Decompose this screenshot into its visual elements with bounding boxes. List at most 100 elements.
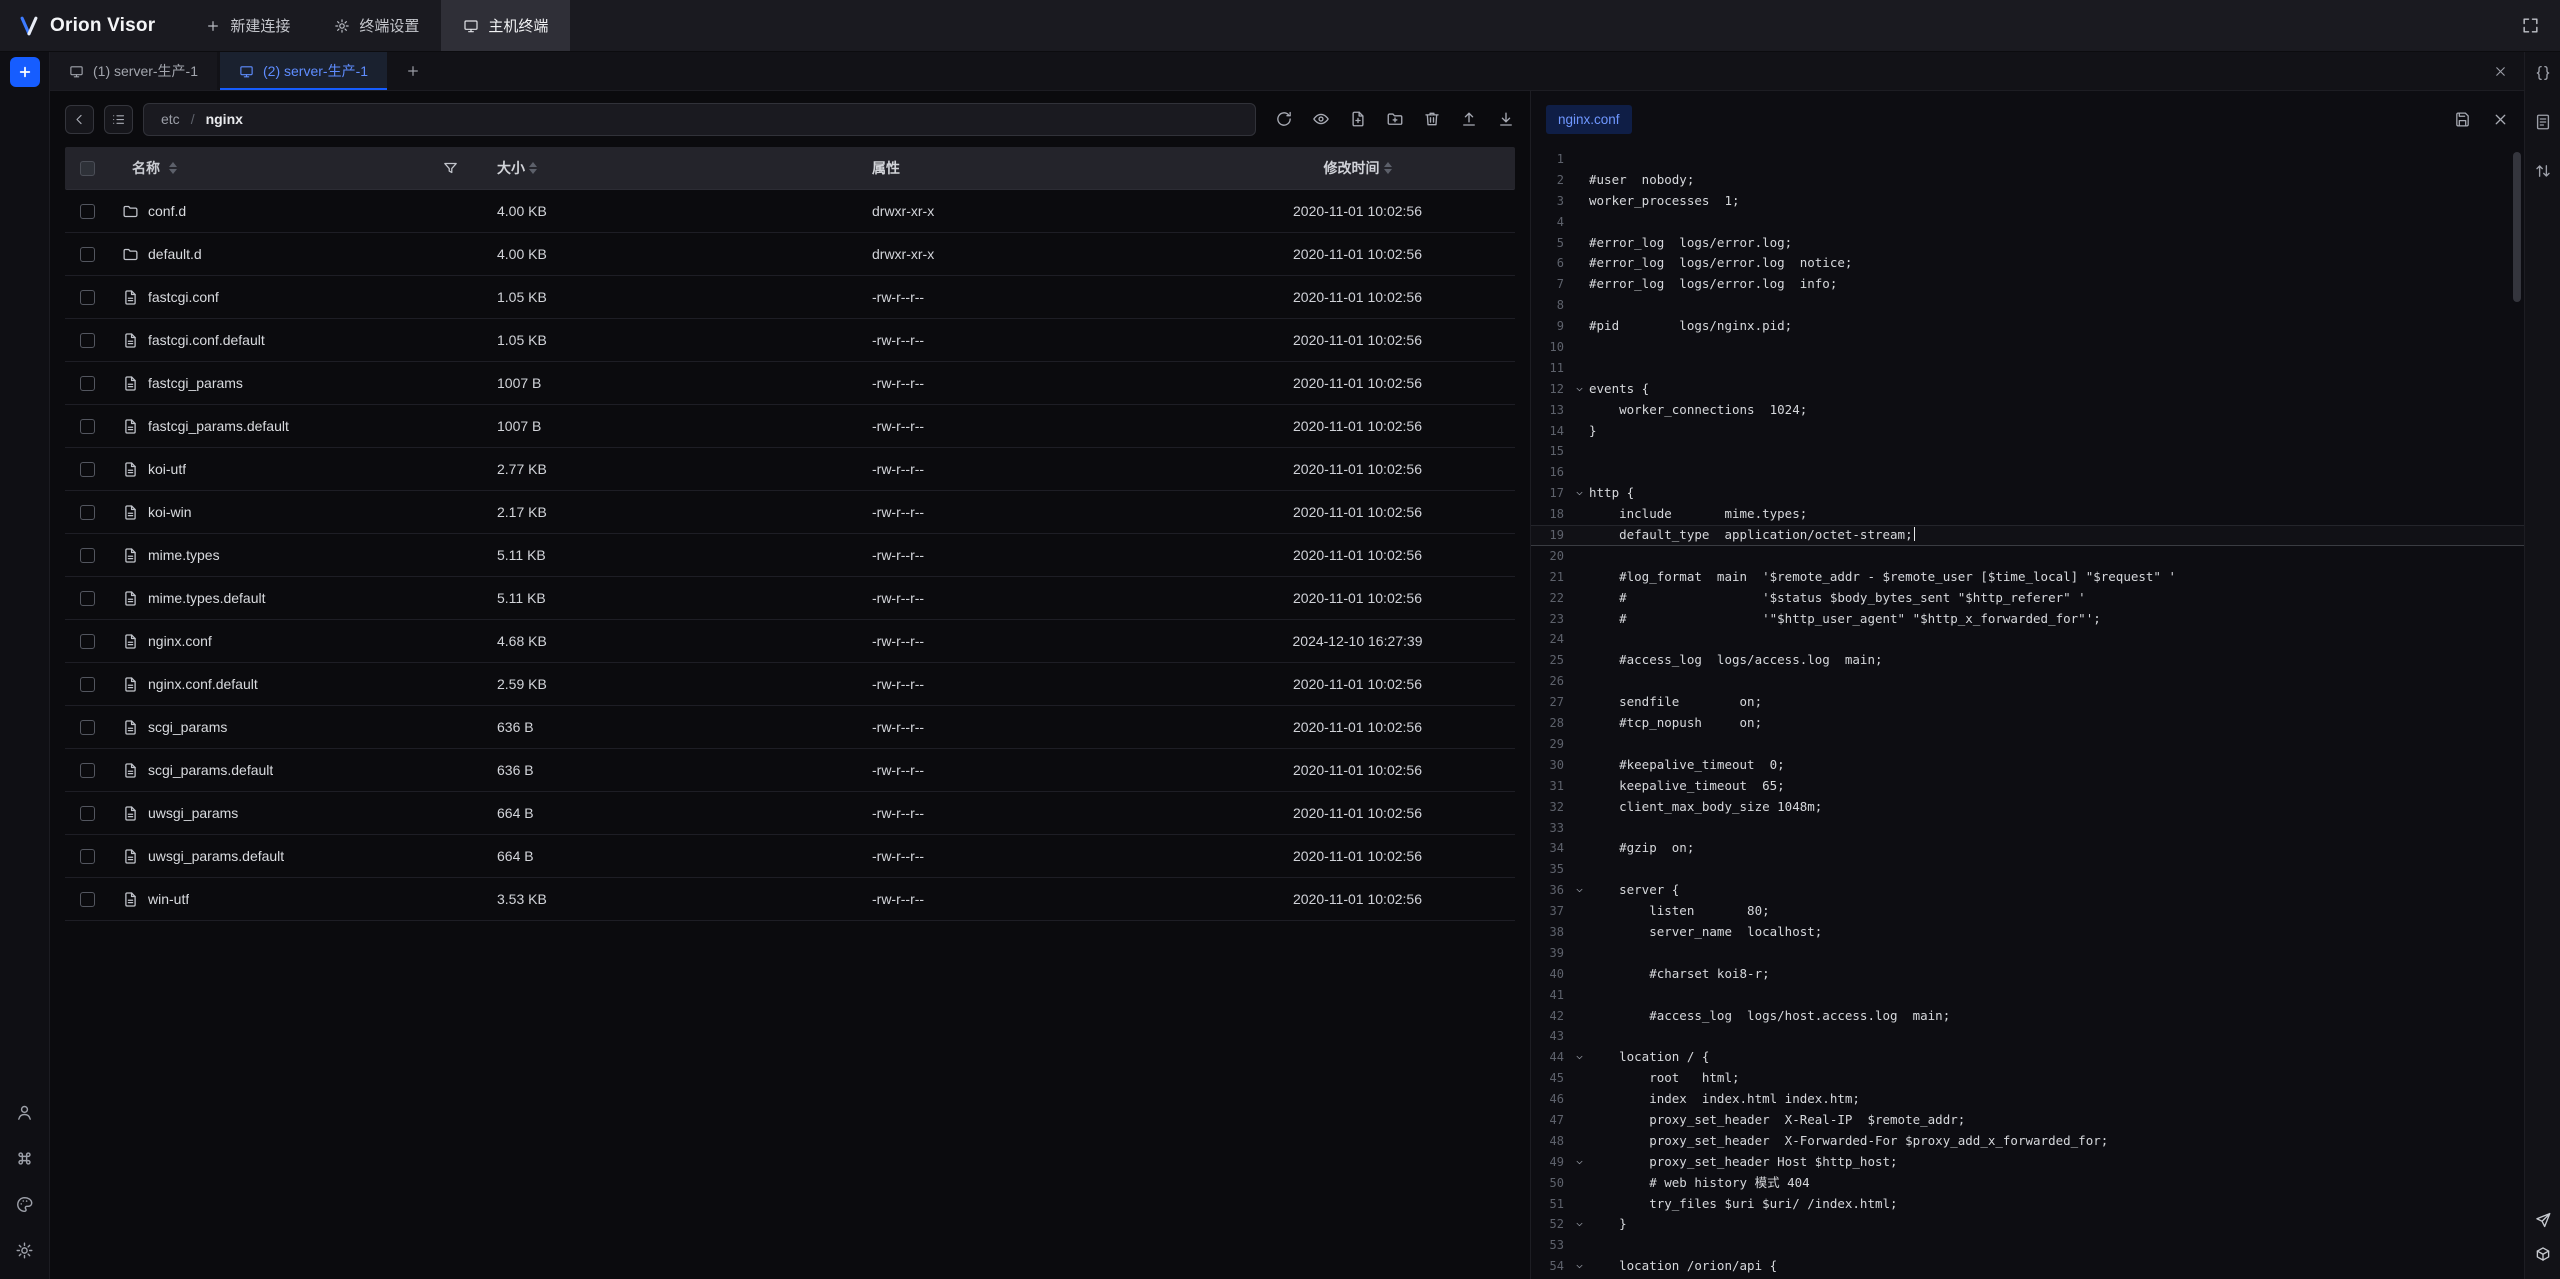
upload-icon[interactable] [1460, 110, 1478, 128]
file-name-cell[interactable]: fastcgi_params.default [109, 418, 467, 435]
code-line[interactable]: 50 # web history 模式 404 [1531, 1173, 2524, 1194]
file-name-cell[interactable]: scgi_params.default [109, 762, 467, 779]
file-row[interactable]: fastcgi.conf.default1.05 KB-rw-r--r--202… [65, 319, 1515, 362]
menu-item-host-terminal[interactable]: 主机终端 [441, 0, 570, 51]
code-line[interactable]: 27 sendfile on; [1531, 692, 2524, 713]
file-row[interactable]: nginx.conf4.68 KB-rw-r--r--2024-12-10 16… [65, 620, 1515, 663]
code-line[interactable]: 6#error_log logs/error.log notice; [1531, 253, 2524, 274]
menu-item-terminal-settings[interactable]: 终端设置 [312, 0, 441, 51]
close-panel-icon[interactable] [2493, 64, 2508, 79]
row-checkbox[interactable] [80, 677, 95, 692]
close-editor-icon[interactable] [2492, 111, 2509, 128]
code-line[interactable]: 12events { [1531, 379, 2524, 400]
code-line[interactable]: 25 #access_log logs/access.log main; [1531, 650, 2524, 671]
code-line[interactable]: 11 [1531, 358, 2524, 379]
file-row[interactable]: koi-win2.17 KB-rw-r--r--2020-11-01 10:02… [65, 491, 1515, 534]
row-checkbox[interactable] [80, 806, 95, 821]
code-line[interactable]: 37 listen 80; [1531, 901, 2524, 922]
code-line[interactable]: 31 keepalive_timeout 65; [1531, 776, 2524, 797]
code-line[interactable]: 5#error_log logs/error.log; [1531, 233, 2524, 254]
file-row[interactable]: uwsgi_params.default664 B-rw-r--r--2020-… [65, 835, 1515, 878]
header-mtime[interactable]: 修改时间 [1270, 158, 1515, 178]
refresh-icon[interactable] [1275, 110, 1293, 128]
fold-chevron-icon[interactable] [1569, 1047, 1589, 1068]
row-checkbox[interactable] [80, 419, 95, 434]
file-name-cell[interactable]: uwsgi_params [109, 805, 467, 822]
new-file-icon[interactable] [1349, 110, 1367, 128]
code-line[interactable]: 24 [1531, 629, 2524, 650]
file-name-cell[interactable]: nginx.conf [109, 633, 467, 650]
row-checkbox[interactable] [80, 290, 95, 305]
sort-size-icon[interactable] [529, 162, 537, 174]
commands-doc-icon[interactable] [2534, 113, 2552, 131]
file-row[interactable]: fastcgi_params1007 B-rw-r--r--2020-11-01… [65, 362, 1515, 405]
code-line[interactable]: 13 worker_connections 1024; [1531, 400, 2524, 421]
file-row[interactable]: scgi_params.default636 B-rw-r--r--2020-1… [65, 749, 1515, 792]
new-connection-button[interactable] [10, 57, 40, 87]
file-name-cell[interactable]: conf.d [109, 203, 467, 220]
file-row[interactable]: fastcgi.conf1.05 KB-rw-r--r--2020-11-01 … [65, 276, 1515, 319]
file-row[interactable]: default.d4.00 KBdrwxr-xr-x2020-11-01 10:… [65, 233, 1515, 276]
file-row[interactable]: nginx.conf.default2.59 KB-rw-r--r--2020-… [65, 663, 1515, 706]
file-row[interactable]: fastcgi_params.default1007 B-rw-r--r--20… [65, 405, 1515, 448]
shortcuts-icon[interactable] [15, 1149, 34, 1168]
code-line[interactable]: 43 [1531, 1026, 2524, 1047]
file-name-cell[interactable]: fastcgi.conf [109, 289, 467, 306]
tab-server-prod-2[interactable]: (2) server-生产-1 [220, 52, 387, 90]
code-line[interactable]: 32 client_max_body_size 1048m; [1531, 797, 2524, 818]
row-checkbox[interactable] [80, 462, 95, 477]
code-line[interactable]: 15 [1531, 441, 2524, 462]
sort-name-icon[interactable] [169, 162, 177, 174]
send-command-icon[interactable] [2534, 1211, 2552, 1229]
code-line[interactable]: 26 [1531, 671, 2524, 692]
file-row[interactable]: conf.d4.00 KBdrwxr-xr-x2020-11-01 10:02:… [65, 190, 1515, 233]
row-checkbox[interactable] [80, 763, 95, 778]
breadcrumb-item[interactable]: etc [161, 111, 180, 127]
file-row[interactable]: win-utf3.53 KB-rw-r--r--2020-11-01 10:02… [65, 878, 1515, 921]
file-name-cell[interactable]: default.d [109, 246, 467, 263]
file-name-cell[interactable]: fastcgi.conf.default [109, 332, 467, 349]
file-row[interactable]: scgi_params636 B-rw-r--r--2020-11-01 10:… [65, 706, 1515, 749]
file-row[interactable]: uwsgi_params664 B-rw-r--r--2020-11-01 10… [65, 792, 1515, 835]
code-line[interactable]: 51 try_files $uri $uri/ /index.html; [1531, 1194, 2524, 1215]
fold-chevron-icon[interactable] [1569, 1152, 1589, 1173]
row-checkbox[interactable] [80, 376, 95, 391]
delete-icon[interactable] [1423, 110, 1441, 128]
menu-item-new-connection[interactable]: 新建连接 [183, 0, 312, 51]
header-size[interactable]: 大小 [467, 158, 842, 178]
row-checkbox[interactable] [80, 548, 95, 563]
code-line[interactable]: 20 [1531, 546, 2524, 567]
list-view-button[interactable] [104, 105, 133, 134]
row-checkbox[interactable] [80, 892, 95, 907]
code-line[interactable]: 45 root html; [1531, 1068, 2524, 1089]
code-line[interactable]: 14} [1531, 421, 2524, 442]
code-line[interactable]: 23 # '"$http_user_agent" "$http_x_forwar… [1531, 609, 2524, 630]
breadcrumb-item[interactable]: nginx [206, 111, 243, 127]
appearance-icon[interactable] [15, 1195, 34, 1214]
code-line[interactable]: 34 #gzip on; [1531, 838, 2524, 859]
fold-chevron-icon[interactable] [1569, 1256, 1589, 1277]
file-row[interactable]: mime.types.default5.11 KB-rw-r--r--2020-… [65, 577, 1515, 620]
file-name-cell[interactable]: win-utf [109, 891, 467, 908]
row-checkbox[interactable] [80, 247, 95, 262]
row-checkbox[interactable] [80, 591, 95, 606]
code-line[interactable]: 54 location /orion/api { [1531, 1256, 2524, 1277]
row-checkbox[interactable] [80, 720, 95, 735]
file-transfer-icon[interactable] [2534, 1245, 2552, 1263]
code-line[interactable]: 33 [1531, 818, 2524, 839]
file-name-cell[interactable]: fastcgi_params [109, 375, 467, 392]
code-line[interactable]: 9#pid logs/nginx.pid; [1531, 316, 2524, 337]
snippets-icon[interactable] [2534, 64, 2552, 82]
download-icon[interactable] [1497, 110, 1515, 128]
row-checkbox[interactable] [80, 505, 95, 520]
editor-scrollbar-thumb[interactable] [2513, 152, 2521, 302]
code-line[interactable]: 10 [1531, 337, 2524, 358]
code-line[interactable]: 8 [1531, 295, 2524, 316]
code-line[interactable]: 7#error_log logs/error.log info; [1531, 274, 2524, 295]
row-checkbox[interactable] [80, 634, 95, 649]
file-name-cell[interactable]: scgi_params [109, 719, 467, 736]
code-line[interactable]: 42 #access_log logs/host.access.log main… [1531, 1006, 2524, 1027]
toggle-hidden-icon[interactable] [1312, 110, 1330, 128]
sort-mtime-icon[interactable] [1384, 162, 1392, 174]
breadcrumb[interactable]: etc/nginx [143, 103, 1256, 136]
